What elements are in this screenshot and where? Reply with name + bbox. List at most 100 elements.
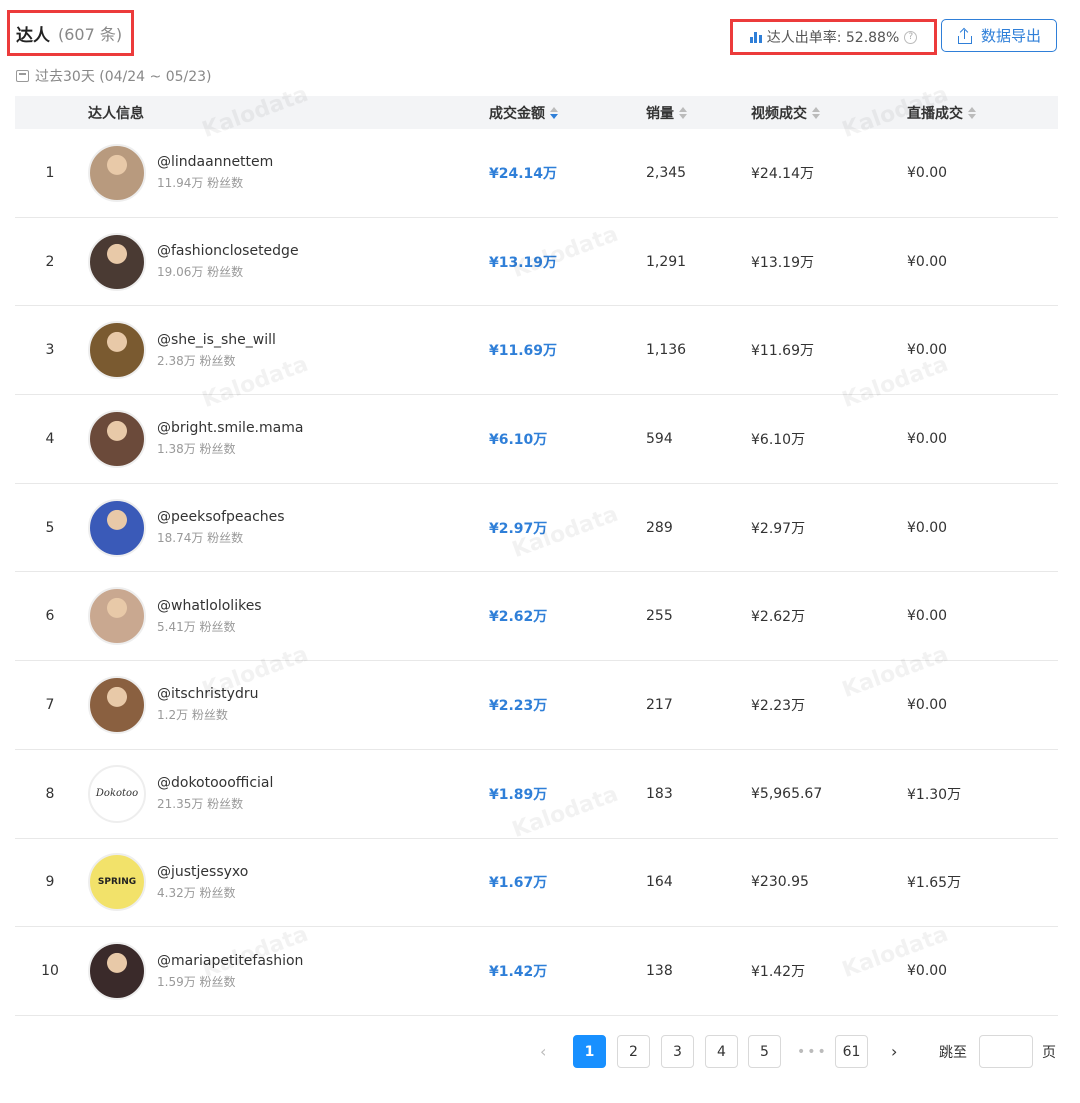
sales-value: 217 bbox=[646, 696, 673, 713]
creator-handle[interactable]: @itschristydru bbox=[157, 686, 258, 702]
creator-info: @she_is_she_will 2.38万 粉丝数 bbox=[157, 306, 276, 394]
gmv-value: ¥13.19万 bbox=[489, 254, 558, 271]
col-gmv-label: 成交金额 bbox=[489, 105, 545, 122]
table-row[interactable]: 2 @fashionclosetedge 19.06万 粉丝数 ¥13.19万 … bbox=[15, 218, 1058, 307]
follower-count: 2.38万 粉丝数 bbox=[157, 353, 236, 368]
page-last-button[interactable]: 61 bbox=[835, 1035, 868, 1068]
col-sales[interactable]: 销量 bbox=[646, 96, 687, 129]
live-gmv-value: ¥0.00 bbox=[907, 430, 948, 447]
col-creator-info-label: 达人信息 bbox=[88, 105, 144, 122]
page-3-button[interactable]: 3 bbox=[661, 1035, 694, 1068]
avatar[interactable] bbox=[88, 409, 146, 468]
table-row[interactable]: 1 @lindaannettem 11.94万 粉丝数 ¥24.14万 2,34… bbox=[15, 129, 1058, 218]
video-gmv-value: ¥230.95 bbox=[751, 874, 809, 891]
jump-label: 跳至 bbox=[939, 1044, 967, 1061]
creator-handle[interactable]: @peeksofpeaches bbox=[157, 509, 285, 525]
avatar[interactable] bbox=[88, 232, 146, 291]
avatar-cell bbox=[88, 395, 146, 483]
jump-page-input[interactable] bbox=[979, 1035, 1033, 1068]
follower-count: 11.94万 粉丝数 bbox=[157, 176, 244, 191]
sales-value: 1,291 bbox=[646, 253, 687, 270]
video-gmv-value: ¥6.10万 bbox=[751, 431, 806, 448]
creator-info: @peeksofpeaches 18.74万 粉丝数 bbox=[157, 484, 285, 572]
video-gmv-value: ¥2.97万 bbox=[751, 520, 806, 537]
follower-count: 18.74万 粉丝数 bbox=[157, 531, 244, 546]
table-row[interactable]: 5 @peeksofpeaches 18.74万 粉丝数 ¥2.97万 289 … bbox=[15, 484, 1058, 573]
sales-value: 594 bbox=[646, 430, 673, 447]
table-row[interactable]: 3 @she_is_she_will 2.38万 粉丝数 ¥11.69万 1,1… bbox=[15, 306, 1058, 396]
page-1-button[interactable]: 1 bbox=[573, 1035, 606, 1068]
follower-count: 1.59万 粉丝数 bbox=[157, 974, 236, 989]
avatar[interactable]: SPRING bbox=[88, 853, 146, 912]
avatar-cell bbox=[88, 484, 146, 572]
creator-handle[interactable]: @she_is_she_will bbox=[157, 332, 276, 348]
creator-info: @fashionclosetedge 19.06万 粉丝数 bbox=[157, 218, 299, 306]
avatar[interactable] bbox=[88, 498, 146, 557]
next-page-button[interactable]: › bbox=[891, 1035, 897, 1068]
sales-value: 289 bbox=[646, 519, 673, 536]
gmv-value: ¥1.89万 bbox=[489, 786, 548, 803]
avatar[interactable] bbox=[88, 942, 146, 1001]
date-range[interactable]: 过去30天 (04/24 ~ 05/23) bbox=[16, 66, 212, 86]
creator-handle[interactable]: @justjessyxo bbox=[157, 864, 248, 880]
sales-value: 255 bbox=[646, 608, 673, 625]
avatar-cell: SPRING bbox=[88, 839, 146, 927]
export-button[interactable]: 数据导出 bbox=[941, 19, 1057, 52]
avatar[interactable] bbox=[88, 675, 146, 734]
video-gmv-value: ¥5,965.67 bbox=[751, 785, 823, 802]
table-header: 达人信息 成交金额 销量 视频成交 直播成交 bbox=[15, 96, 1058, 129]
video-gmv-value: ¥1.42万 bbox=[751, 964, 806, 981]
live-gmv-value: ¥0.00 bbox=[907, 608, 948, 625]
pagination-ellipsis[interactable]: ••• bbox=[797, 1035, 828, 1068]
conversion-rate-box: 达人出单率: 52.88% ? bbox=[730, 19, 937, 55]
sort-icon[interactable] bbox=[550, 106, 558, 119]
rank: 7 bbox=[45, 696, 55, 713]
table-row[interactable]: 10 @mariapetitefashion 1.59万 粉丝数 ¥1.42万 … bbox=[15, 927, 1058, 1016]
gmv-value: ¥11.69万 bbox=[489, 343, 558, 360]
creator-handle[interactable]: @lindaannettem bbox=[157, 154, 273, 170]
col-live-gmv[interactable]: 直播成交 bbox=[907, 96, 976, 129]
col-gmv[interactable]: 成交金额 bbox=[489, 96, 558, 129]
table-row[interactable]: 6 @whatlololikes 5.41万 粉丝数 ¥2.62万 255 ¥2… bbox=[15, 572, 1058, 662]
creator-info: @bright.smile.mama 1.38万 粉丝数 bbox=[157, 395, 303, 483]
live-gmv-value: ¥1.65万 bbox=[907, 875, 962, 892]
follower-count: 19.06万 粉丝数 bbox=[157, 265, 244, 280]
table-row[interactable]: 8 Dokotoo @dokotooofficial 21.35万 粉丝数 ¥1… bbox=[15, 750, 1058, 839]
avatar-logo-text: Dokotoo bbox=[95, 788, 139, 800]
sort-icon[interactable] bbox=[968, 106, 976, 119]
page-5-button[interactable]: 5 bbox=[748, 1035, 781, 1068]
sales-value: 2,345 bbox=[646, 164, 687, 181]
page-2-button[interactable]: 2 bbox=[617, 1035, 650, 1068]
creator-handle[interactable]: @fashionclosetedge bbox=[157, 243, 299, 259]
sort-icon[interactable] bbox=[812, 106, 820, 119]
bar-chart-icon bbox=[749, 31, 762, 43]
sales-value: 183 bbox=[646, 785, 673, 802]
avatar[interactable] bbox=[88, 587, 146, 646]
col-video-gmv[interactable]: 视频成交 bbox=[751, 96, 820, 129]
creator-handle[interactable]: @dokotooofficial bbox=[157, 775, 273, 791]
prev-page-button[interactable]: ‹ bbox=[540, 1035, 546, 1068]
page-4-button[interactable]: 4 bbox=[705, 1035, 738, 1068]
table-row[interactable]: 9 SPRING @justjessyxo 4.32万 粉丝数 ¥1.67万 1… bbox=[15, 839, 1058, 928]
avatar-cell bbox=[88, 927, 146, 1015]
help-icon[interactable]: ? bbox=[904, 30, 918, 44]
creator-handle[interactable]: @whatlololikes bbox=[157, 598, 262, 614]
creator-handle[interactable]: @bright.smile.mama bbox=[157, 420, 303, 436]
table-row[interactable]: 7 @itschristydru 1.2万 粉丝数 ¥2.23万 217 ¥2.… bbox=[15, 661, 1058, 750]
rank: 10 bbox=[41, 963, 59, 980]
sort-icon[interactable] bbox=[679, 106, 687, 119]
avatar[interactable] bbox=[88, 321, 146, 380]
pagination: ‹ 1 2 3 4 5 ••• 61 › 跳至 页 bbox=[0, 1035, 1080, 1069]
follower-count: 5.41万 粉丝数 bbox=[157, 619, 236, 634]
col-live-gmv-label: 直播成交 bbox=[907, 105, 963, 122]
avatar[interactable]: Dokotoo bbox=[88, 764, 146, 823]
creator-info: @whatlololikes 5.41万 粉丝数 bbox=[157, 572, 262, 660]
video-gmv-value: ¥13.19万 bbox=[751, 254, 814, 271]
avatar-cell: Dokotoo bbox=[88, 750, 146, 838]
creator-handle[interactable]: @mariapetitefashion bbox=[157, 953, 303, 969]
follower-count: 1.38万 粉丝数 bbox=[157, 442, 236, 457]
avatar[interactable] bbox=[88, 143, 146, 202]
table-row[interactable]: 4 @bright.smile.mama 1.38万 粉丝数 ¥6.10万 59… bbox=[15, 395, 1058, 484]
live-gmv-value: ¥0.00 bbox=[907, 342, 948, 359]
avatar-cell bbox=[88, 661, 146, 749]
